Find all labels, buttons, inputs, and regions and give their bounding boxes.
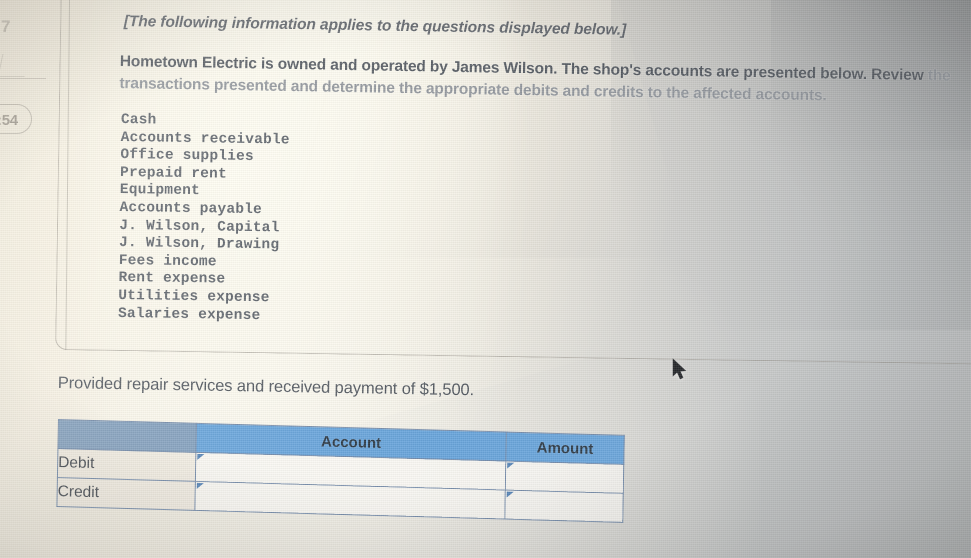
header-amount: Amount [505,432,625,465]
instructions-note: [The following information applies to th… [123,13,627,39]
account-item: Office supplies [120,147,254,166]
dropdown-marker-icon [507,462,515,469]
dropdown-marker-icon [196,482,204,490]
dropdown-marker-icon [197,453,205,461]
row-label-credit: Credit [56,477,196,511]
header-blank-cell [57,419,197,453]
account-item: Accounts payable [119,199,263,219]
transaction-prompt: Provided repair services and received pa… [57,374,475,400]
question-paragraph: Hometown Electric is owned and operated … [119,51,971,110]
credit-amount-input[interactable] [504,490,624,523]
chart-of-accounts-list: Cash Accounts receivable Office supplies… [118,112,290,326]
row-label-debit: Debit [57,448,196,482]
answer-table-wrapper: Account Amount Debit Credit [56,419,627,523]
account-item: Salaries expense [117,305,261,324]
dropdown-marker-icon [506,491,514,498]
answer-table: Account Amount Debit Credit [56,419,625,523]
content-area: [The following information applies to th… [0,0,971,558]
debit-amount-input[interactable] [505,461,624,494]
screen-photo: 7 :54 [The following information applies… [0,0,971,558]
account-item: Utilities expense [118,287,270,307]
account-item: J. Wilson, Drawing [118,235,280,254]
account-item: Cash [120,112,157,129]
